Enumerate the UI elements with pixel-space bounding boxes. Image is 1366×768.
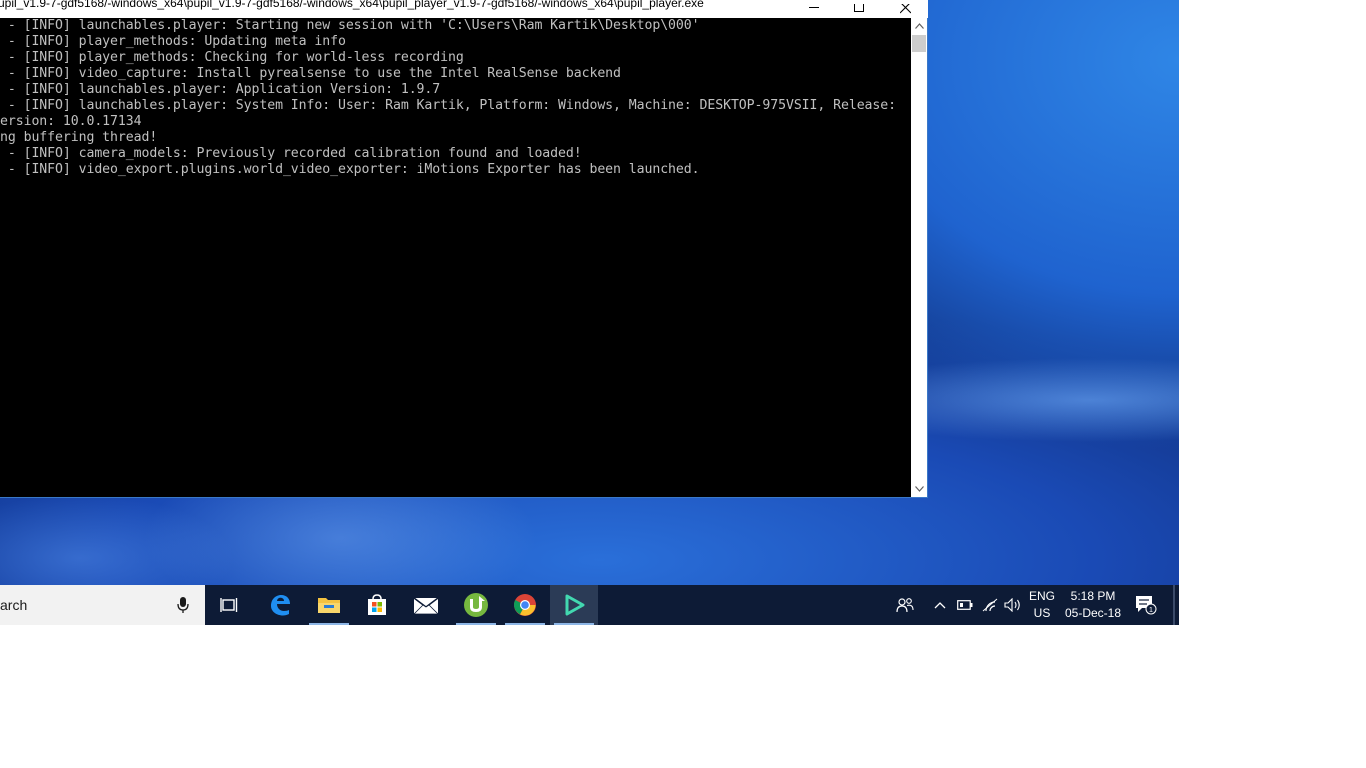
console-window[interactable]: upil_v1.9-7-gdf5168/-windows_x64\pupil_v… bbox=[0, 0, 928, 498]
console-line: ersion: 10.0.17134 bbox=[0, 114, 142, 129]
minimize-icon bbox=[809, 7, 819, 8]
scroll-up-button[interactable] bbox=[911, 18, 927, 34]
taskbar-mail[interactable] bbox=[402, 585, 450, 625]
action-center-button[interactable]: 1 bbox=[1133, 585, 1159, 625]
notification-count: 1 bbox=[1149, 605, 1153, 614]
folder-icon bbox=[318, 598, 340, 613]
running-indicator bbox=[505, 623, 545, 625]
clock-button[interactable]: 5:18 PM 05-Dec-18 bbox=[1062, 585, 1124, 625]
region-label: US bbox=[1033, 606, 1051, 620]
store-icon bbox=[368, 594, 386, 615]
vertical-scrollbar[interactable] bbox=[911, 18, 927, 497]
close-button[interactable] bbox=[882, 0, 928, 18]
chevron-up-icon bbox=[934, 602, 946, 609]
desktop-background: upil_v1.9-7-gdf5168/-windows_x64\pupil_v… bbox=[0, 0, 1179, 625]
chevron-up-icon bbox=[914, 23, 924, 29]
console-line: - [INFO] video_export.plugins.world_vide… bbox=[0, 162, 700, 177]
mail-icon bbox=[413, 597, 439, 615]
network-button[interactable] bbox=[979, 585, 1001, 625]
console-output[interactable]: - [INFO] launchables.player: Starting ne… bbox=[0, 18, 911, 497]
task-view-button[interactable] bbox=[205, 585, 253, 625]
taskbar-file-explorer[interactable] bbox=[305, 585, 353, 625]
show-desktop-button[interactable] bbox=[1173, 585, 1175, 625]
language-label: ENG bbox=[1028, 589, 1055, 603]
chevron-down-icon bbox=[914, 486, 924, 492]
running-indicator bbox=[554, 623, 594, 625]
close-icon bbox=[899, 3, 911, 13]
taskbar-edge[interactable] bbox=[256, 585, 304, 625]
volume-button[interactable] bbox=[1002, 585, 1024, 625]
people-icon bbox=[896, 598, 914, 613]
input-language-button[interactable]: ENG US bbox=[1027, 585, 1057, 625]
edge-icon bbox=[271, 595, 290, 616]
running-indicator bbox=[309, 623, 349, 625]
utorrent-icon bbox=[464, 593, 488, 617]
console-line: - [INFO] player_methods: Updating meta i… bbox=[0, 34, 346, 49]
chrome-icon bbox=[514, 594, 536, 616]
console-line: - [INFO] video_capture: Install pyrealse… bbox=[0, 66, 621, 81]
wallpaper-glow bbox=[0, 498, 1179, 585]
scroll-thumb[interactable] bbox=[912, 35, 926, 52]
clock-date: 05-Dec-18 bbox=[1064, 606, 1122, 620]
taskbar-chrome[interactable] bbox=[501, 585, 549, 625]
taskbar-utorrent[interactable] bbox=[452, 585, 500, 625]
show-hidden-icons-button[interactable] bbox=[930, 585, 950, 625]
minimize-button[interactable] bbox=[791, 0, 837, 18]
window-title: upil_v1.9-7-gdf5168/-windows_x64\pupil_v… bbox=[0, 0, 704, 10]
console-line: - [INFO] launchables.player: Starting ne… bbox=[0, 18, 700, 33]
speaker-icon bbox=[1004, 598, 1020, 612]
maximize-icon bbox=[854, 4, 864, 12]
battery-icon bbox=[957, 600, 973, 610]
console-titlebar[interactable]: upil_v1.9-7-gdf5168/-windows_x64\pupil_v… bbox=[0, 0, 928, 18]
console-line: - [INFO] launchables.player: Application… bbox=[0, 82, 441, 97]
search-input[interactable]: arch bbox=[0, 597, 27, 613]
taskbar-microsoft-store[interactable] bbox=[353, 585, 401, 625]
console-line: - [INFO] player_methods: Checking for wo… bbox=[0, 50, 464, 65]
pupil-player-icon bbox=[565, 594, 585, 616]
taskbar-search-box[interactable]: arch bbox=[0, 585, 205, 625]
task-view-icon bbox=[220, 598, 238, 612]
maximize-button[interactable] bbox=[836, 0, 882, 18]
clock-time: 5:18 PM bbox=[1070, 589, 1116, 603]
notification-icon: 1 bbox=[1136, 596, 1157, 615]
scroll-down-button[interactable] bbox=[911, 481, 927, 497]
wifi-icon bbox=[982, 598, 998, 612]
microphone-icon[interactable] bbox=[176, 596, 190, 618]
taskbar-pupil-player[interactable] bbox=[550, 585, 598, 625]
console-line: - [INFO] launchables.player: System Info… bbox=[0, 98, 896, 113]
people-button[interactable] bbox=[893, 585, 917, 625]
console-line: - [INFO] camera_models: Previously recor… bbox=[0, 146, 582, 161]
running-indicator bbox=[456, 623, 496, 625]
taskbar: arch ENG US 5:18 PM 05-Dec-18 1 bbox=[0, 585, 1179, 625]
console-line: ng buffering thread! bbox=[0, 130, 158, 145]
battery-button[interactable] bbox=[955, 585, 975, 625]
